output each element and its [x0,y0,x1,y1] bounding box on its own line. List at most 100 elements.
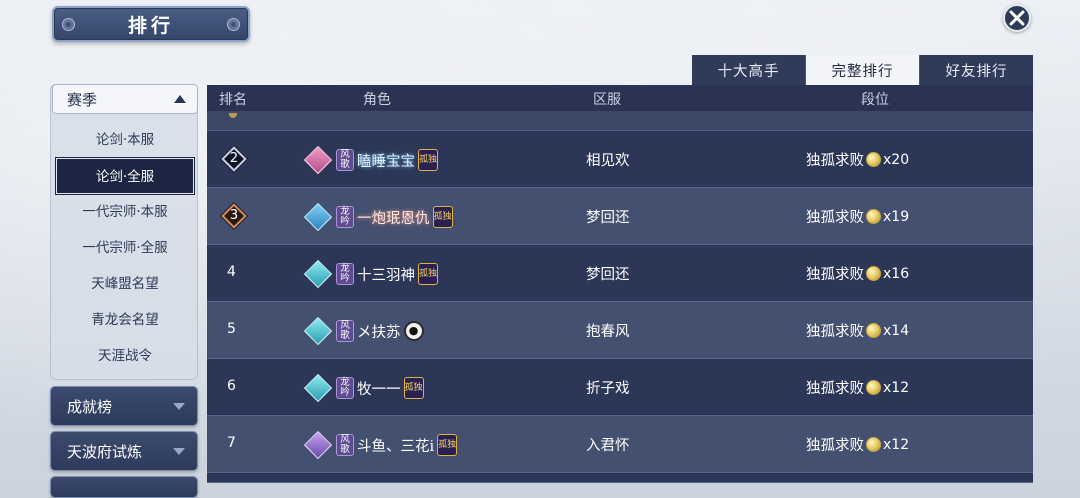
season-item-tianya[interactable]: 天涯战令 [56,338,194,374]
season-header-label: 赛季 [67,90,98,109]
table-row[interactable]: 4 龙吟 十三羽神 孤独 梦回还 独孤求败 x16 [207,245,1033,302]
header-role: 角色 [363,92,391,108]
tier-cell: 独孤求败 x12 [806,434,909,455]
tab-friend-ranking[interactable]: 好友排行 [920,55,1033,85]
rank-number: 2 [229,151,239,166]
coin-icon [866,380,881,395]
coin-icon [866,437,881,452]
tier-name: 独孤求败 [806,267,864,283]
server-name: 抱春风 [586,324,630,340]
tier-name: 独孤求败 [806,381,864,397]
coin-icon [866,323,881,338]
rank-number: 5 [227,321,236,337]
season-item-zongshi-all[interactable]: 一代宗师·全服 [56,230,194,266]
title-badge: 孤独 [403,377,424,399]
tab-top-ten[interactable]: 十大高手 [692,55,806,85]
tianbo-trial-button[interactable]: 天波府试炼 [50,431,198,471]
sect-icon [303,145,333,175]
sect-icon [303,259,333,289]
season-item-tianfeng[interactable]: 天峰盟名望 [56,266,194,302]
sect-icon [303,430,333,460]
tier-count: x12 [883,379,910,396]
table-row[interactable]: 5 风歌 メ扶苏 ● 抱春风 独孤求败 x14 [207,302,1033,359]
role-cell: 风歌 斗鱼、三花i 孤独 [303,430,458,460]
role-cell: 龙吟 一炮珉恩仇 孤独 [303,202,453,232]
server-tag-badge: 龙吟 [336,206,354,228]
tianbo-trial-label: 天波府试炼 [67,442,143,461]
season-item-qinglong[interactable]: 青龙会名望 [56,302,194,338]
close-button[interactable] [1003,4,1031,32]
panda-avatar-icon: ● [403,321,424,341]
ranking-tabs: 十大高手 完整排行 好友排行 [692,55,1033,85]
header-tier: 段位 [861,92,889,108]
header-server: 区服 [593,92,621,108]
server-name: 相见欢 [586,153,630,169]
side-more-button[interactable] [50,476,198,498]
close-icon [1009,10,1025,26]
page-title-plate: 排行 [52,6,250,42]
table-row[interactable]: 7 风歌 斗鱼、三花i 孤独 入君怀 独孤求败 x12 [207,416,1033,473]
server-tag-badge: 风歌 [336,434,354,456]
tier-name: 独孤求败 [806,324,864,340]
tier-cell: 独孤求败 x16 [806,263,909,284]
server-tag-badge: 龙吟 [336,377,354,399]
chevron-down-icon [173,403,185,410]
table-row[interactable]: 2 风歌 瞌睡宝宝 孤独 相见欢 独孤求败 x20 [207,131,1033,188]
header-rank: 排名 [219,92,247,108]
ornament-icon [62,18,75,31]
sect-icon [303,316,333,346]
server-tag-badge: 风歌 [336,320,354,342]
tab-full-ranking[interactable]: 完整排行 [806,55,920,85]
table-row-partial [207,111,1033,131]
sect-icon [303,202,333,232]
tier-cell: 独孤求败 x20 [806,149,909,170]
achievement-board-button[interactable]: 成就榜 [50,386,198,426]
coin-icon [866,152,881,167]
chevron-down-icon [173,448,185,455]
rank-medal-icon [229,113,237,118]
rank-number: 3 [229,208,239,223]
tier-count: x20 [883,151,910,168]
season-item-lunjian-local[interactable]: 论剑·本服 [56,122,194,158]
season-item-zongshi-local[interactable]: 一代宗师·本服 [56,194,194,230]
table-row-partial [207,473,1033,483]
role-name[interactable]: 牧一一 [357,378,401,399]
tier-name: 独孤求败 [806,153,864,169]
ornament-icon [227,18,240,31]
server-name: 入君怀 [586,438,630,454]
season-list: 论剑·本服 论剑·全服 一代宗师·本服 一代宗师·全服 天峰盟名望 青龙会名望 … [56,122,194,374]
season-header-button[interactable]: 赛季 [52,84,198,114]
tier-name: 独孤求败 [806,438,864,454]
role-name[interactable]: メ扶苏 [357,321,401,342]
title-badge: 孤独 [432,206,453,228]
role-cell: 风歌 メ扶苏 ● [303,316,424,346]
table-row[interactable]: 6 龙吟 牧一一 孤独 折子戏 独孤求败 x12 [207,359,1033,416]
tier-name: 独孤求败 [806,210,864,226]
role-cell: 龙吟 十三羽神 孤独 [303,259,438,289]
server-name: 梦回还 [586,267,630,283]
tier-cell: 独孤求败 x19 [806,206,909,227]
ranking-table[interactable]: 排名 角色 区服 段位 2 风歌 瞌睡宝宝 孤独 相见欢 独孤求败 x20 3 [207,85,1033,483]
server-name: 折子戏 [586,381,630,397]
coin-icon [866,266,881,281]
title-badge: 孤独 [418,149,438,171]
server-name: 梦回还 [586,210,630,226]
sect-icon [303,373,333,403]
rank-number: 6 [227,378,236,394]
table-row[interactable]: 3 龙吟 一炮珉恩仇 孤独 梦回还 独孤求败 x19 [207,188,1033,245]
role-name[interactable]: 瞌睡宝宝 [357,150,415,171]
tier-count: x14 [883,322,910,339]
rank-badge: 2 [221,146,247,172]
season-item-lunjian-all[interactable]: 论剑·全服 [56,158,194,194]
rank-number: 4 [227,264,236,280]
role-name[interactable]: 一炮珉恩仇 [357,207,430,228]
server-tag-badge: 龙吟 [336,263,354,285]
role-name[interactable]: 斗鱼、三花i [357,435,434,456]
achievement-board-label: 成就榜 [67,397,113,416]
rank-number: 7 [227,435,236,451]
coin-icon [866,209,881,224]
role-name[interactable]: 十三羽神 [357,264,415,285]
table-header: 排名 角色 区服 段位 [207,85,1033,111]
rank-badge: 3 [221,203,247,229]
role-cell: 龙吟 牧一一 孤独 [303,373,424,403]
